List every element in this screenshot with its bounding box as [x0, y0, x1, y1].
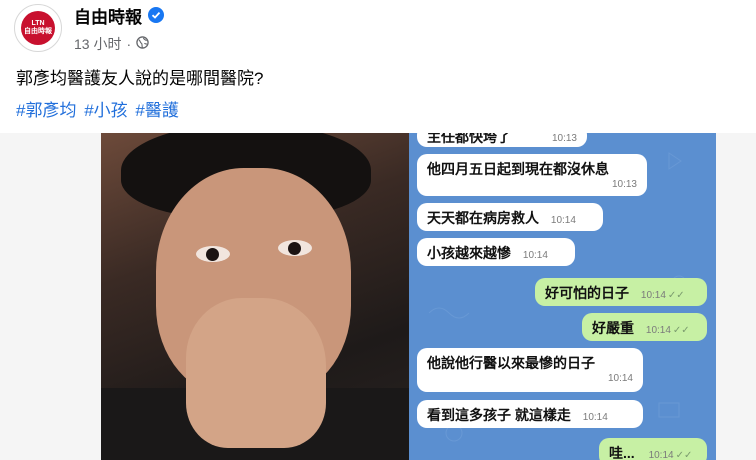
post-media[interactable]: 主任都快垮了 10:13 他四月五日起到現在都沒休息 10:13 天天都在病房救… [0, 133, 756, 460]
message-text: 主任都快垮了 [427, 133, 511, 145]
ltn-logo: LTN 自由時報 [21, 11, 55, 45]
post-caption: 郭彥均醫護友人說的是哪間醫院? [16, 69, 264, 88]
message-text: 好可怕的日子 [545, 285, 629, 301]
read-check-icon: ✓✓ [667, 290, 685, 301]
message-text: 小孩越來越慘 [427, 245, 511, 261]
message-text: 他說他行醫以來最慘的日子 [427, 355, 595, 371]
page-avatar[interactable]: LTN 自由時報 [14, 4, 62, 52]
message-time: 10:14 [522, 250, 548, 261]
page-name[interactable]: 自由時報 [74, 3, 142, 28]
message-time: 10:13 [611, 179, 637, 190]
message-time: 10:14 [648, 450, 674, 460]
message-time: 10:13 [551, 133, 577, 144]
post-meta: 13 小时 · [74, 34, 164, 54]
logo-text-ltn: LTN [31, 20, 45, 27]
post-header: LTN 自由時報 自由時報 13 小时 · [14, 4, 164, 52]
photo-hand-shape [186, 298, 326, 448]
meta-separator: · [126, 35, 132, 52]
read-check-icon: ✓✓ [672, 325, 690, 336]
hashtag-list: #郭彥均 #小孩 #醫護 [16, 96, 182, 121]
message-time: 10:14 [645, 325, 671, 336]
message-text: 哇... [609, 445, 635, 460]
chat-message-incoming: 主任都快垮了 10:13 [417, 133, 587, 147]
page-info: 自由時報 13 小时 · [74, 3, 164, 54]
message-time: 10:14 [582, 412, 608, 423]
message-time: 10:14 [607, 373, 633, 384]
chat-message-outgoing: 好嚴重 10:14 ✓✓ [582, 313, 707, 341]
chat-message-incoming: 小孩越來越慘 10:14 [417, 238, 575, 266]
chat-screenshot: 主任都快垮了 10:13 他四月五日起到現在都沒休息 10:13 天天都在病房救… [409, 133, 716, 460]
message-text: 看到這多孩子 就這樣走 [427, 407, 571, 423]
message-time: 10:14 [550, 215, 576, 226]
page-name-row: 自由時報 [74, 3, 164, 28]
chat-message-outgoing: 哇... 10:14 ✓✓ [599, 438, 707, 460]
chat-message-incoming: 他說他行醫以來最慘的日子 10:14 [417, 348, 643, 392]
photo-eye-right [278, 240, 312, 256]
read-check-icon: ✓✓ [675, 450, 693, 460]
post-timestamp[interactable]: 13 小时 [74, 34, 121, 54]
chat-message-incoming: 他四月五日起到現在都沒休息 10:13 [417, 154, 647, 196]
logo-text-name: 自由時報 [24, 28, 52, 35]
photo-eye-left [196, 246, 230, 262]
verified-badge-icon [148, 7, 164, 23]
hashtag-link[interactable]: #郭彥均 [16, 101, 76, 120]
message-text: 天天都在病房救人 [427, 210, 539, 226]
hashtag-link[interactable]: #小孩 [84, 101, 127, 120]
public-globe-icon[interactable] [136, 35, 149, 52]
message-time: 10:14 [640, 290, 666, 301]
message-text: 好嚴重 [592, 320, 634, 336]
chat-message-incoming: 天天都在病房救人 10:14 [417, 203, 603, 231]
chat-message-outgoing: 好可怕的日子 10:14 ✓✓ [535, 278, 707, 306]
man-covering-mouth-photo [101, 133, 409, 460]
chat-message-incoming: 看到這多孩子 就這樣走 10:14 [417, 400, 643, 428]
message-text: 他四月五日起到現在都沒休息 [427, 161, 609, 177]
hashtag-link[interactable]: #醫護 [135, 101, 178, 120]
